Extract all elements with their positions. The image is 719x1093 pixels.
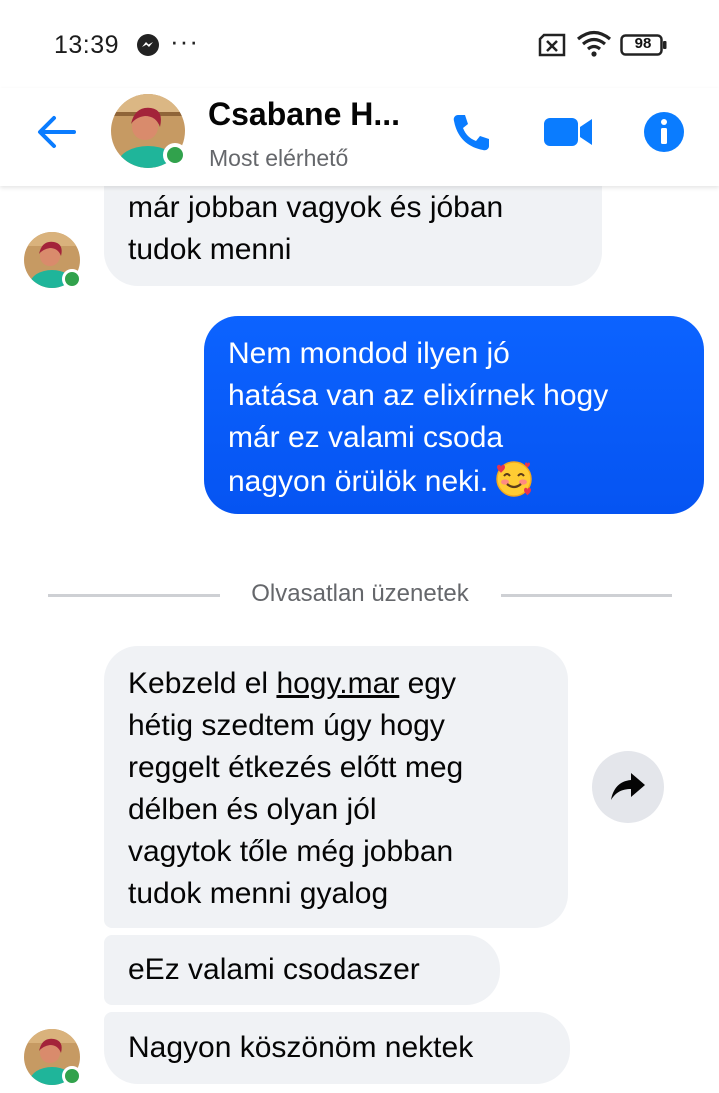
- message-line: már jobban vagyok és jóban: [128, 191, 504, 224]
- online-indicator: [62, 269, 82, 289]
- info-icon[interactable]: [642, 110, 686, 154]
- message-line: tudok menni gyalog: [128, 877, 389, 910]
- sim-icon: [538, 33, 566, 57]
- online-indicator: [163, 143, 187, 167]
- message-line: tudok menni: [128, 233, 292, 266]
- video-camera-icon[interactable]: [542, 114, 594, 150]
- message-line: hétig szedtem úgy hogy: [128, 709, 445, 742]
- message-line: Kebzeld el hogy.mar egy: [128, 667, 456, 700]
- message-line: délben és olyan jól: [128, 793, 377, 826]
- online-indicator: [62, 1066, 82, 1086]
- wifi-icon: [576, 30, 612, 57]
- message-line: Nem mondod ilyen jó: [228, 337, 510, 370]
- message-incoming[interactable]: eEz valami csodaszer: [104, 935, 500, 1005]
- message-line: eEz valami csodaszer: [128, 953, 420, 986]
- message-line: vagytok tőle még jobban: [128, 835, 454, 868]
- contact-name[interactable]: Csabane H...: [208, 96, 400, 133]
- forward-button[interactable]: [592, 751, 664, 823]
- message-link[interactable]: hogy.mar: [276, 667, 399, 700]
- divider-line-right: [501, 594, 672, 597]
- message-outgoing[interactable]: Nem mondod ilyen jó hatása van az elixír…: [204, 316, 704, 514]
- contact-status: Most elérhető: [209, 145, 349, 171]
- message-line: már ez valami csoda: [228, 421, 504, 454]
- battery-level: 98: [634, 35, 652, 52]
- unread-divider-label: Olvasatlan üzenetek: [251, 580, 469, 607]
- forward-arrow-icon: [611, 773, 645, 800]
- message-incoming[interactable]: Nagyon köszönöm nektek: [104, 1012, 570, 1084]
- messenger-icon: [137, 34, 159, 56]
- back-arrow-icon[interactable]: [34, 112, 78, 152]
- message-line: nagyon örülök neki.: [228, 459, 680, 503]
- message-line: Nagyon köszönöm nektek: [128, 1031, 474, 1064]
- message-incoming[interactable]: Kebzeld el hogy.mar egy hétig szedtem úg…: [104, 646, 568, 928]
- message-line: reggelt étkezés előtt meg: [128, 751, 464, 784]
- phone-icon[interactable]: [449, 110, 493, 154]
- message-line: hatása van az elixírnek hogy: [228, 379, 609, 412]
- status-bar: 13:39 ··· 98: [0, 0, 719, 88]
- more-notifications-icon: ···: [170, 26, 199, 56]
- divider-line-left: [48, 594, 220, 597]
- clock: 13:39: [54, 31, 120, 59]
- smiling-face-with-hearts-icon: [496, 461, 532, 497]
- conversation-header: Csabane H... Most elérhető: [0, 88, 719, 186]
